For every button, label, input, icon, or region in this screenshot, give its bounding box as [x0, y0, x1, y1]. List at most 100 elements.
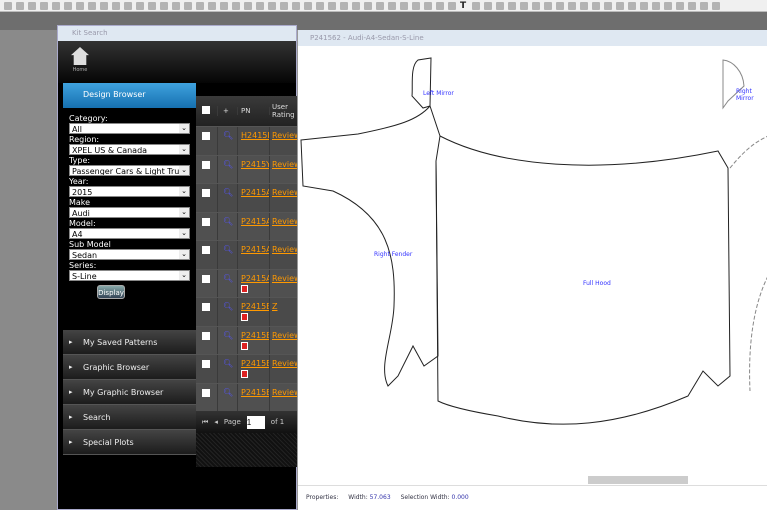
toolbar-tool-icon[interactable]	[508, 1, 516, 10]
table-row[interactable]: 🔍︎ P2415A Review	[196, 211, 301, 241]
toolbar-tool-icon[interactable]	[16, 1, 24, 10]
toolbar-tool-icon[interactable]	[388, 1, 396, 10]
pattern-canvas[interactable]: Left Mirror Right Mirror Right Fender Fu…	[298, 46, 767, 476]
rating-link[interactable]: Review	[270, 156, 301, 184]
home-button[interactable]: Home	[66, 45, 94, 79]
toolbar-tool-icon[interactable]	[232, 1, 240, 10]
row-checkbox[interactable]	[202, 303, 210, 311]
zoom-icon[interactable]: 🔍︎	[218, 155, 238, 183]
pn-link[interactable]: P2415Y	[241, 160, 269, 169]
design-browser-tab[interactable]: Design Browser	[63, 83, 196, 108]
toolbar-tool-icon[interactable]	[604, 1, 612, 10]
toolbar-tool-icon[interactable]	[160, 1, 168, 10]
row-checkbox[interactable]	[202, 360, 210, 368]
rating-link[interactable]: Review	[270, 327, 301, 355]
toolbar-tool-icon[interactable]	[196, 1, 204, 10]
toolbar-tool-icon[interactable]	[400, 1, 408, 10]
row-checkbox[interactable]	[202, 331, 210, 340]
toolbar-tool-icon[interactable]	[412, 1, 420, 10]
row-checkbox[interactable]	[202, 246, 210, 254]
toolbar-tool-icon[interactable]	[436, 1, 444, 10]
toolbar-tool-icon[interactable]	[304, 1, 312, 10]
toolbar-tool-icon[interactable]	[664, 1, 672, 10]
field-select[interactable]: A4 ⌄	[69, 228, 190, 239]
toolbar-tool-icon[interactable]	[472, 1, 480, 10]
zoom-icon[interactable]: 🔍︎	[218, 127, 238, 155]
toolbar-tool-icon[interactable]	[544, 1, 552, 10]
menu-item[interactable]: Special Plots	[63, 430, 196, 455]
field-select[interactable]: All ⌄	[69, 123, 190, 134]
rating-link[interactable]: Review	[270, 127, 301, 155]
field-select[interactable]: Passenger Cars & Light Trucks ⌄	[69, 165, 190, 176]
field-select[interactable]: XPEL US & Canada ⌄	[69, 144, 190, 155]
menu-item[interactable]: My Graphic Browser	[63, 380, 196, 405]
toolbar-tool-icon[interactable]	[208, 1, 216, 10]
toolbar-tool-icon[interactable]	[448, 1, 456, 10]
pn-link[interactable]: P2415A	[241, 274, 269, 283]
menu-item[interactable]: My Saved Patterns	[63, 330, 196, 355]
table-row[interactable]: 🔍︎ P2415A Review	[196, 183, 301, 212]
field-select[interactable]: Audi ⌄	[69, 207, 190, 218]
toolbar-tool-icon[interactable]	[28, 1, 36, 10]
rating-column-header[interactable]: User Rating	[270, 103, 297, 119]
add-column-header[interactable]: +	[218, 107, 238, 115]
toolbar-tool-icon[interactable]	[580, 1, 588, 10]
table-row[interactable]: 🔍︎H2415B-1Review	[196, 126, 301, 155]
rating-link[interactable]: Review	[270, 213, 301, 241]
table-row[interactable]: 🔍︎ P2415B Review	[196, 325, 301, 355]
row-checkbox[interactable]	[202, 189, 210, 197]
horizontal-scrollbar[interactable]	[588, 476, 688, 484]
pn-link[interactable]: P2415A	[241, 245, 269, 254]
toolbar-tool-icon[interactable]	[64, 1, 72, 10]
table-row[interactable]: 🔍︎ P2415B Review	[196, 382, 301, 411]
table-row[interactable]: 🔍︎ P2415Y Review	[196, 154, 301, 184]
row-checkbox[interactable]	[202, 160, 210, 169]
toolbar-tool-icon[interactable]	[340, 1, 348, 10]
toolbar-tool-icon[interactable]	[568, 1, 576, 10]
zoom-icon[interactable]: 🔍︎	[218, 355, 238, 383]
field-select[interactable]: S-Line ⌄	[69, 270, 190, 281]
toolbar-tool-icon[interactable]	[700, 1, 708, 10]
pn-column-header[interactable]: PN	[238, 107, 270, 115]
zoom-icon[interactable]: 🔍︎	[218, 326, 238, 354]
row-checkbox[interactable]	[202, 274, 210, 283]
pn-link[interactable]: H2415B-1	[241, 131, 269, 140]
toolbar-tool-icon[interactable]	[616, 1, 624, 10]
pn-link[interactable]: P2415B	[241, 331, 269, 340]
toolbar-tool-icon[interactable]	[52, 1, 60, 10]
select-all-checkbox[interactable]	[202, 106, 210, 114]
table-row[interactable]: 🔍︎ P2415A Review	[196, 240, 301, 269]
field-select[interactable]: 2015 ⌄	[69, 186, 190, 197]
pn-link[interactable]: P2415B	[241, 359, 269, 368]
floppy-icon[interactable]	[241, 313, 248, 321]
pn-link[interactable]: P2415B	[241, 302, 269, 311]
toolbar-tool-icon[interactable]	[712, 1, 720, 10]
toolbar-tool-icon[interactable]	[688, 1, 696, 10]
toolbar-tool-icon[interactable]	[424, 1, 432, 10]
toolbar-tool-icon[interactable]	[124, 1, 132, 10]
rating-link[interactable]: Z	[270, 298, 297, 326]
toolbar-tool-icon[interactable]	[292, 1, 300, 10]
zoom-icon[interactable]: 🔍︎	[218, 383, 238, 411]
toolbar-tool-icon[interactable]	[220, 1, 228, 10]
toolbar-tool-icon[interactable]	[100, 1, 108, 10]
zoom-icon[interactable]: 🔍︎	[218, 212, 238, 240]
toolbar-tool-icon[interactable]	[364, 1, 372, 10]
table-row[interactable]: 🔍︎ P2415B Z	[196, 297, 297, 326]
menu-item[interactable]: Search	[63, 405, 196, 430]
floppy-icon[interactable]	[241, 370, 248, 378]
toolbar-tool-icon[interactable]	[316, 1, 324, 10]
toolbar-tool-icon[interactable]	[676, 1, 684, 10]
pn-link[interactable]: P2415A	[241, 188, 269, 197]
field-select[interactable]: Sedan ⌄	[69, 249, 190, 260]
toolbar-tool-icon[interactable]	[4, 1, 12, 10]
toolbar-tool-icon[interactable]	[652, 1, 660, 10]
floppy-icon[interactable]	[241, 341, 248, 350]
row-checkbox[interactable]	[202, 388, 210, 397]
floppy-icon[interactable]	[241, 284, 248, 293]
toolbar-tool-icon[interactable]	[256, 1, 264, 10]
toolbar-tool-icon[interactable]	[628, 1, 636, 10]
row-checkbox[interactable]	[202, 132, 210, 140]
toolbar-tool-icon[interactable]	[172, 1, 180, 10]
toolbar-tool-icon[interactable]	[136, 1, 144, 10]
